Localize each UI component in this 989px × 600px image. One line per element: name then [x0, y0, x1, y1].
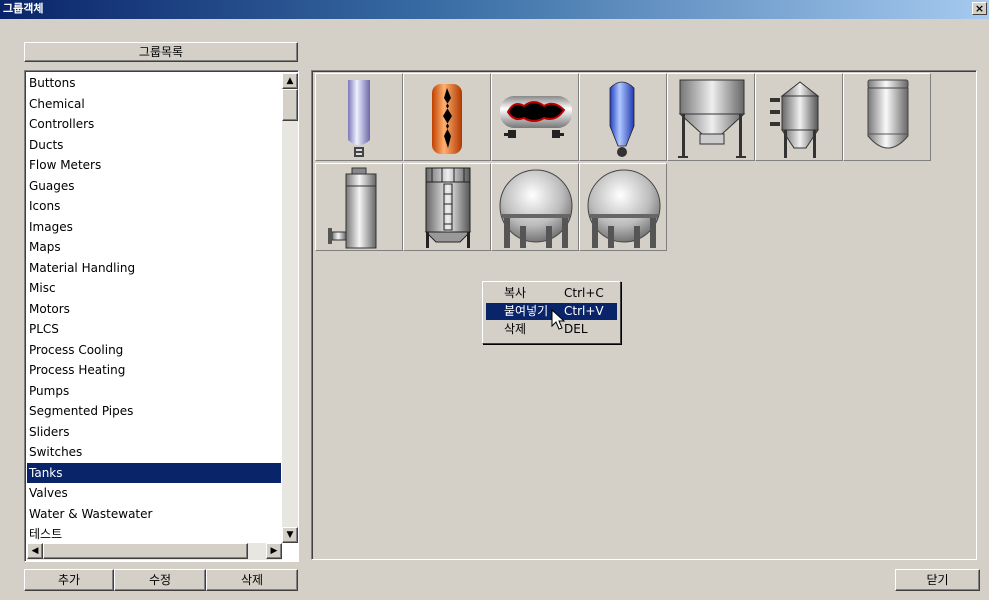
mouse-cursor-icon: [551, 309, 565, 330]
list-item[interactable]: Segmented Pipes: [27, 401, 281, 422]
tank-object-2[interactable]: [403, 73, 491, 161]
list-item[interactable]: Chemical: [27, 94, 281, 115]
tank-object-5[interactable]: [667, 73, 755, 161]
window-title: 그룹객체: [3, 2, 44, 15]
list-item[interactable]: Water & Wastewater: [27, 504, 281, 525]
cylinder-column-icon: [328, 167, 377, 249]
list-item[interactable]: Process Heating: [27, 360, 281, 381]
tank-object-4[interactable]: [579, 73, 667, 161]
tank-object-3[interactable]: [491, 73, 579, 161]
scroll-down-icon[interactable]: ▼: [282, 527, 298, 543]
horizontal-scrollbar[interactable]: ◀ ▶: [27, 543, 282, 560]
tank-object-6[interactable]: [755, 73, 843, 161]
scroll-up-icon[interactable]: ▲: [282, 73, 298, 89]
group-listbox[interactable]: Buttons Chemical Controllers Ducts Flow …: [24, 70, 299, 562]
tank-object-10[interactable]: [491, 163, 579, 251]
horizontal-scroll-thumb[interactable]: [43, 543, 248, 559]
context-menu-copy[interactable]: 복사 Ctrl+C: [486, 285, 617, 302]
list-item[interactable]: Motors: [27, 299, 281, 320]
blue-cone-tank-icon: [609, 81, 635, 157]
add-group-button[interactable]: 추가: [24, 569, 114, 591]
list-item-selected[interactable]: Tanks: [27, 462, 281, 483]
edit-group-button[interactable]: 수정: [114, 569, 206, 591]
group-list: Buttons Chemical Controllers Ducts Flow …: [27, 73, 281, 545]
hopper-tank-icon: [678, 79, 746, 158]
tank-object-8[interactable]: [315, 163, 403, 251]
horizontal-tank-icon: [500, 96, 572, 138]
group-list-header: 그룹목록: [24, 42, 298, 62]
list-item[interactable]: Maps: [27, 237, 281, 258]
orange-heated-tank-icon: [432, 84, 462, 154]
scroll-left-icon[interactable]: ◀: [27, 543, 43, 559]
list-item[interactable]: PLCS: [27, 319, 281, 340]
caged-silo-icon: [424, 167, 472, 248]
tank-object-11[interactable]: [579, 163, 667, 251]
delete-group-button[interactable]: 삭제: [206, 569, 298, 591]
list-item[interactable]: Material Handling: [27, 258, 281, 279]
vertical-scrollbar[interactable]: ▲ ▼: [282, 73, 298, 543]
list-item[interactable]: Switches: [27, 442, 281, 463]
list-item[interactable]: Pumps: [27, 381, 281, 402]
tank-object-7[interactable]: [843, 73, 931, 161]
close-window-button[interactable]: ×: [972, 2, 987, 15]
sphere-tank-icon: [499, 169, 573, 248]
tank-object-9[interactable]: [403, 163, 491, 251]
list-item[interactable]: Process Cooling: [27, 340, 281, 361]
list-item[interactable]: Icons: [27, 196, 281, 217]
capsule-tank-icon: [867, 79, 909, 149]
close-button[interactable]: 닫기: [895, 569, 980, 591]
list-item[interactable]: 테스트: [27, 524, 281, 545]
scroll-right-icon[interactable]: ▶: [266, 543, 282, 559]
title-bar: 그룹객체 ×: [0, 0, 989, 19]
silo-tank-icon: [770, 81, 820, 158]
list-item[interactable]: Flow Meters: [27, 155, 281, 176]
tank-object-1[interactable]: [315, 73, 403, 161]
list-item[interactable]: Ducts: [27, 135, 281, 156]
list-item[interactable]: Controllers: [27, 114, 281, 135]
list-item[interactable]: Buttons: [27, 73, 281, 94]
list-item[interactable]: Sliders: [27, 422, 281, 443]
scroll-thumb[interactable]: [282, 89, 298, 121]
list-item[interactable]: Misc: [27, 278, 281, 299]
list-item[interactable]: Guages: [27, 176, 281, 197]
object-canvas[interactable]: [311, 70, 977, 560]
sphere-tank-icon: [587, 169, 661, 248]
list-item[interactable]: Images: [27, 217, 281, 238]
list-item[interactable]: Valves: [27, 483, 281, 504]
vertical-tank-icon: [348, 80, 370, 157]
